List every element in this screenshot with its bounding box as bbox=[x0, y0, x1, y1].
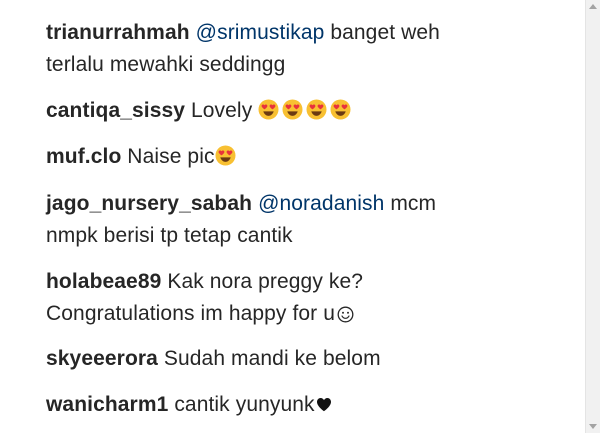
comment-mention[interactable]: @srimustikap bbox=[196, 21, 325, 44]
comment-list: trianurrahmah @srimustikap banget weh ter… bbox=[0, 0, 600, 433]
comment-username[interactable]: trianurrahmah bbox=[46, 21, 190, 44]
comment-item: cantiqa_sissy Lovely bbox=[46, 95, 566, 127]
scroll-track[interactable] bbox=[588, 14, 598, 419]
vertical-scrollbar[interactable] bbox=[585, 0, 600, 433]
comment-text: Kak nora preggy ke? bbox=[161, 270, 364, 293]
comment-username[interactable]: holabeae89 bbox=[46, 270, 161, 293]
comment-line: terlalu mewahki seddingg bbox=[46, 49, 566, 81]
comment-username[interactable]: cantiqa_sissy bbox=[46, 99, 185, 122]
heart-eyes-icon bbox=[330, 99, 351, 120]
comment-item: jago_nursery_sabah @noradanish mcm nmpk b… bbox=[46, 188, 566, 252]
comment-item: holabeae89 Kak nora preggy ke? Congratul… bbox=[46, 266, 566, 330]
comment-line: nmpk berisi tp tetap cantik bbox=[46, 220, 566, 252]
comment-text: terlalu mewahki seddingg bbox=[46, 53, 286, 76]
comment-username[interactable]: jago_nursery_sabah bbox=[46, 192, 252, 215]
comment-line: trianurrahmah @srimustikap banget weh bbox=[46, 17, 566, 49]
comment-username[interactable]: muf.clo bbox=[46, 145, 121, 168]
comment-item: muf.clo Naise pic bbox=[46, 141, 566, 173]
heart-eyes-icon bbox=[282, 99, 303, 120]
comment-text: cantik yunyunk bbox=[168, 393, 315, 416]
comment-line: Congratulations im happy for u bbox=[46, 298, 566, 330]
scroll-up-arrow-icon[interactable] bbox=[589, 4, 597, 9]
comment-text: banget weh bbox=[324, 21, 440, 44]
black-heart-icon bbox=[316, 397, 332, 412]
comment-username[interactable]: skyeeerora bbox=[46, 347, 158, 370]
comment-item: wanicharm1 cantik yunyunk bbox=[46, 389, 566, 421]
comment-item: trianurrahmah @srimustikap banget weh ter… bbox=[46, 17, 566, 81]
comment-item: skyeeerora Sudah mandi ke belom bbox=[46, 343, 566, 375]
comment-text: Congratulations im happy for u bbox=[46, 302, 335, 325]
comment-text: Lovely bbox=[185, 99, 259, 122]
heart-eyes-icon bbox=[258, 99, 279, 120]
comment-text: Naise pic bbox=[121, 145, 215, 168]
heart-eyes-icon bbox=[215, 145, 236, 166]
smiley-outline-icon bbox=[337, 306, 354, 323]
comment-line: holabeae89 Kak nora preggy ke? bbox=[46, 266, 566, 298]
comment-mention[interactable]: @noradanish bbox=[258, 192, 384, 215]
scroll-down-arrow-icon[interactable] bbox=[589, 424, 597, 429]
heart-eyes-icon bbox=[306, 99, 327, 120]
comment-text: nmpk berisi tp tetap cantik bbox=[46, 224, 293, 247]
comment-line: jago_nursery_sabah @noradanish mcm bbox=[46, 188, 566, 220]
comment-username[interactable]: wanicharm1 bbox=[46, 393, 168, 416]
comment-text: mcm bbox=[384, 192, 437, 215]
comment-text: Sudah mandi ke belom bbox=[157, 347, 381, 370]
